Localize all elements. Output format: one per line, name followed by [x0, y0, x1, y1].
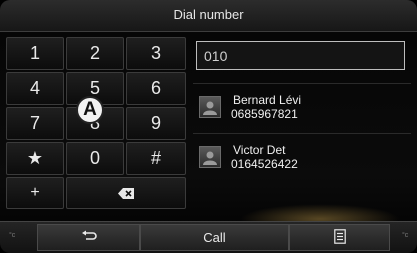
key-2[interactable]: 2: [66, 37, 124, 70]
dial-keypad: 1 2 3 4 5 6 7 8 9 ★ 0 # +: [6, 37, 186, 213]
contact-avatar-icon: [199, 96, 221, 118]
key-star[interactable]: ★: [6, 142, 64, 175]
contact-number: 0164526422: [231, 157, 298, 171]
phone-screen: Dial number 1 2 3 4 5 6 7 8 9 ★ 0 # + A …: [0, 0, 417, 253]
contact-item-2[interactable]: Victor Det 0164526422: [193, 133, 411, 179]
key-hash[interactable]: #: [126, 142, 186, 175]
key-4[interactable]: 4: [6, 72, 64, 105]
page-title: Dial number: [173, 7, 244, 22]
key-3[interactable]: 3: [126, 37, 186, 70]
dial-number-field[interactable]: 010: [196, 41, 405, 70]
contact-number: 0685967821: [231, 107, 298, 121]
key-9[interactable]: 9: [126, 107, 186, 140]
back-arrow-icon: [81, 230, 97, 245]
backspace-button[interactable]: [66, 177, 186, 209]
contact-avatar-icon: [199, 146, 221, 168]
key-plus[interactable]: +: [6, 177, 64, 209]
right-temperature-label: °c: [402, 232, 409, 239]
key-1[interactable]: 1: [6, 37, 64, 70]
key-6[interactable]: 6: [126, 72, 186, 105]
callout-marker: A: [76, 96, 104, 124]
key-0[interactable]: 0: [66, 142, 124, 175]
backspace-icon: [118, 183, 134, 204]
back-button[interactable]: [37, 224, 140, 251]
list-icon: [333, 228, 346, 247]
menu-button[interactable]: [289, 224, 390, 251]
key-7[interactable]: 7: [6, 107, 64, 140]
left-temperature-label: °c: [9, 232, 16, 239]
title-bar: Dial number: [0, 0, 417, 32]
contact-name: Victor Det: [233, 143, 286, 157]
call-button[interactable]: Call: [140, 224, 289, 251]
contact-name: Bernard Lévi: [233, 93, 302, 107]
contact-item-1[interactable]: Bernard Lévi 0685967821: [193, 83, 411, 129]
